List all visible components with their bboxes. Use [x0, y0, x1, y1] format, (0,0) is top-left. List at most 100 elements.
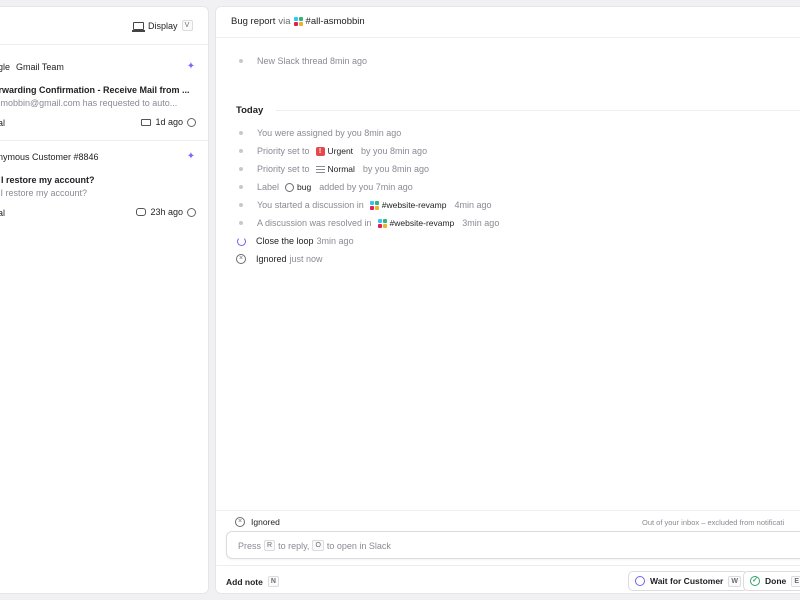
timeline-dot	[239, 203, 243, 207]
sparkle-icon: ✦	[186, 151, 196, 162]
urgent-icon: !	[315, 146, 325, 156]
priority-chip: Normal	[315, 164, 355, 174]
avatar-icon	[187, 207, 196, 217]
conversation-header: Bug report via #all-asmobbin	[216, 7, 800, 38]
event-text: You were assigned by you 8min ago	[257, 128, 402, 138]
event-text: Label	[257, 182, 280, 192]
timeline-dot	[239, 221, 243, 225]
avatar-icon	[187, 117, 196, 127]
timeline-event: You were assigned by you 8min ago	[236, 128, 401, 138]
list-item[interactable]: ogle Gmail Team ✦ orwarding Confirmation …	[0, 51, 208, 141]
chip-label: Normal	[327, 164, 355, 174]
item-sender: Gmail Team	[16, 62, 64, 72]
event-time: 3min ago	[316, 236, 354, 246]
timeline-dot	[239, 59, 243, 63]
timeline-event: A discussion was resolved in #website-re…	[236, 218, 499, 228]
item-time: 23h ago	[150, 207, 183, 217]
ignored-icon: ×	[235, 517, 245, 527]
add-note-button[interactable]: Add note N	[226, 576, 279, 587]
item-time: 1d ago	[155, 117, 183, 127]
item-source: ogle	[0, 62, 11, 72]
check-circle-icon: ✓	[750, 576, 760, 586]
conversation-title: Bug report via #all-asmobbin	[231, 16, 365, 27]
event-text: Ignored	[256, 254, 287, 264]
bug-icon	[285, 182, 295, 192]
item-subject: orwarding Confirmation - Receive Mail fr…	[0, 85, 190, 95]
timeline-event: Label bug added by you 7min ago	[236, 182, 413, 192]
divider	[276, 110, 800, 111]
normal-priority-icon	[315, 165, 325, 173]
timeline-event: × Ignored just now	[236, 254, 323, 264]
wait-label: Wait for Customer	[650, 576, 724, 586]
display-shortcut: V	[181, 20, 193, 31]
hint-text: to reply,	[278, 540, 310, 551]
event-suffix: by you 8min ago	[362, 164, 429, 174]
item-snippet: o I restore my account?	[0, 188, 88, 198]
hint-text: Press	[238, 540, 262, 551]
event-time: just now	[289, 254, 323, 264]
event-suffix: by you 8min ago	[361, 146, 428, 156]
chat-icon	[136, 208, 147, 216]
event-text: Priority set to	[257, 164, 310, 174]
close-loop-icon	[236, 236, 246, 246]
status-label: Ignored	[251, 517, 280, 527]
event-text: You started a discussion in	[257, 200, 364, 210]
status-indicator: × Ignored	[235, 517, 280, 527]
timeline-event: Priority set to ! Urgent by you 8min ago	[236, 146, 427, 156]
reply-composer[interactable]: Press R to reply, O to open in Slack	[226, 531, 800, 559]
label-chip: bug	[285, 182, 311, 192]
status-bar: × Ignored Out of your inbox – excluded f…	[216, 510, 800, 532]
item-meta: 1d ago	[141, 117, 196, 127]
event-text: Close the loop	[256, 236, 314, 246]
list-item[interactable]: onymous Customer #8846 ✦ o I restore my …	[0, 141, 208, 231]
slack-icon	[369, 200, 379, 210]
display-button[interactable]: Display V	[132, 20, 193, 32]
chip-label: bug	[297, 182, 312, 192]
done-button[interactable]: ✓ Done E	[743, 571, 800, 591]
chip-label: #website-revamp	[381, 200, 447, 210]
done-shortcut: E	[791, 575, 800, 587]
reply-key: R	[264, 540, 276, 551]
event-suffix: 4min ago	[454, 200, 492, 210]
event-text: New Slack thread 8min ago	[257, 56, 368, 66]
item-source: onymous Customer #8846	[0, 152, 99, 162]
wait-shortcut: W	[728, 575, 741, 587]
channel-chip[interactable]: #website-revamp	[369, 200, 447, 210]
chip-label: Urgent	[327, 146, 354, 156]
inbox-list-header: s Display V	[0, 7, 208, 45]
channel-link[interactable]: #all-asmobbin	[306, 16, 365, 27]
timeline-dot	[239, 167, 243, 171]
laptop-icon	[132, 21, 145, 32]
timeline-dot	[239, 131, 243, 135]
wait-for-customer-button[interactable]: Wait for Customer W	[628, 571, 748, 591]
page-title: Bug report	[231, 16, 276, 27]
timeline-dot	[239, 149, 243, 153]
today-divider-label: Today	[236, 105, 264, 116]
done-label: Done	[765, 576, 787, 586]
channel-chip[interactable]: #website-revamp	[377, 218, 454, 228]
timeline-event: Close the loop 3min ago	[236, 236, 354, 246]
event-suffix: added by you 7min ago	[319, 182, 413, 192]
item-from: ogle Gmail Team	[0, 62, 64, 72]
timeline-event: You started a discussion in #website-rev…	[236, 200, 492, 210]
ignored-icon: ×	[236, 254, 246, 264]
inbox-list-panel: s Display V ogle Gmail Team ✦ orwarding C…	[0, 6, 209, 594]
add-note-label: Add note	[226, 576, 263, 587]
item-priority: nal	[0, 118, 6, 128]
display-label: Display	[148, 20, 178, 31]
mail-icon	[141, 118, 152, 126]
timeline-event: Priority set to Normal by you 8min ago	[236, 164, 429, 174]
priority-chip: ! Urgent	[315, 146, 354, 156]
open-slack-key: O	[312, 540, 324, 551]
item-from: onymous Customer #8846	[0, 152, 105, 162]
sparkle-icon: ✦	[186, 61, 196, 72]
timeline-dot	[239, 185, 243, 189]
via-label: via	[278, 16, 291, 27]
item-snippet: h.mobbin@gmail.com has requested to auto…	[0, 98, 178, 108]
item-priority: nal	[0, 208, 6, 218]
event-text: Priority set to	[257, 146, 310, 156]
slack-icon	[377, 218, 387, 228]
event-text: A discussion was resolved in	[257, 218, 372, 228]
status-note: Out of your inbox – excluded from notifi…	[642, 518, 785, 527]
composer-hint: Press R to reply, O to open in Slack	[238, 540, 391, 551]
